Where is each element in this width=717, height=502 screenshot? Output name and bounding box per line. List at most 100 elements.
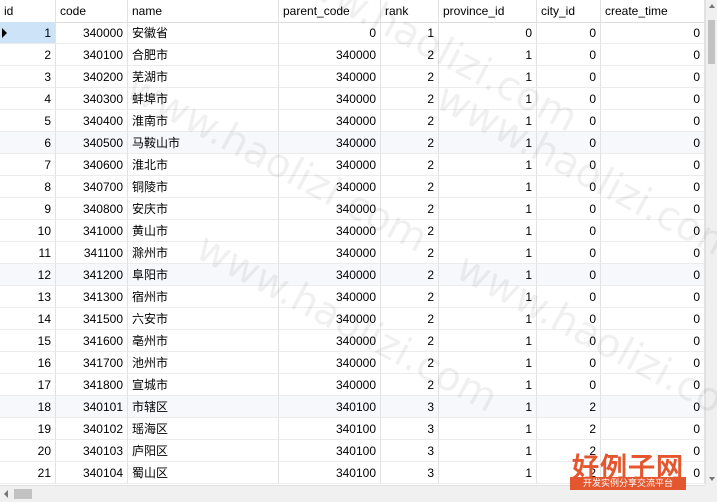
cell-rank[interactable]: 2: [381, 110, 439, 132]
table-row[interactable]: 19 340102 瑶海区 340100 3 1 2 0: [0, 418, 705, 440]
cell-id[interactable]: 10: [0, 220, 56, 242]
cell-create-time[interactable]: 0: [601, 396, 705, 418]
cell-rank[interactable]: 2: [381, 308, 439, 330]
cell-province-id[interactable]: 0: [439, 22, 537, 44]
cell-province-id[interactable]: 1: [439, 88, 537, 110]
cell-parent-code[interactable]: 340000: [279, 88, 381, 110]
cell-rank[interactable]: 2: [381, 330, 439, 352]
cell-name[interactable]: 阜阳市: [128, 264, 279, 286]
cell-rank[interactable]: 2: [381, 374, 439, 396]
cell-code[interactable]: 341200: [56, 264, 128, 286]
cell-province-id[interactable]: 1: [439, 154, 537, 176]
cell-id[interactable]: 14: [0, 308, 56, 330]
cell-rank[interactable]: 3: [381, 418, 439, 440]
cell-create-time[interactable]: 0: [601, 308, 705, 330]
table-row[interactable]: 11 341100 滁州市 340000 2 1 0 0: [0, 242, 705, 264]
cell-parent-code[interactable]: 340000: [279, 374, 381, 396]
cell-rank[interactable]: 3: [381, 440, 439, 462]
cell-id[interactable]: 2: [0, 44, 56, 66]
cell-code[interactable]: 340400: [56, 110, 128, 132]
cell-rank[interactable]: 2: [381, 220, 439, 242]
cell-rank[interactable]: 3: [381, 396, 439, 418]
cell-province-id[interactable]: 1: [439, 462, 537, 484]
cell-city-id[interactable]: 0: [537, 264, 601, 286]
vertical-scroll-thumb[interactable]: [708, 20, 715, 64]
cell-city-id[interactable]: 0: [537, 374, 601, 396]
scroll-left-arrow-icon[interactable]: [4, 490, 8, 498]
cell-name[interactable]: 安庆市: [128, 198, 279, 220]
cell-city-id[interactable]: 0: [537, 242, 601, 264]
cell-id[interactable]: 13: [0, 286, 56, 308]
cell-name[interactable]: 淮南市: [128, 110, 279, 132]
column-header-city-id[interactable]: city_id: [537, 0, 601, 22]
cell-id[interactable]: 17: [0, 374, 56, 396]
cell-name[interactable]: 黄山市: [128, 220, 279, 242]
table-row[interactable]: 9 340800 安庆市 340000 2 1 0 0: [0, 198, 705, 220]
cell-parent-code[interactable]: 340000: [279, 44, 381, 66]
cell-province-id[interactable]: 1: [439, 176, 537, 198]
cell-parent-code[interactable]: 340000: [279, 264, 381, 286]
cell-id[interactable]: 19: [0, 418, 56, 440]
cell-name[interactable]: 芜湖市: [128, 66, 279, 88]
cell-rank[interactable]: 1: [381, 22, 439, 44]
cell-province-id[interactable]: 1: [439, 308, 537, 330]
table-row[interactable]: 1 340000 安徽省 0 1 0 0 0: [0, 22, 705, 44]
cell-id[interactable]: 6: [0, 132, 56, 154]
cell-city-id[interactable]: 0: [537, 286, 601, 308]
cell-create-time[interactable]: 0: [601, 242, 705, 264]
cell-create-time[interactable]: 0: [601, 154, 705, 176]
cell-id[interactable]: 12: [0, 264, 56, 286]
cell-parent-code[interactable]: 340000: [279, 66, 381, 88]
column-header-parent-code[interactable]: parent_code: [279, 0, 381, 22]
cell-name[interactable]: 蚌埠市: [128, 88, 279, 110]
cell-code[interactable]: 341500: [56, 308, 128, 330]
column-header-create-time[interactable]: create_time: [601, 0, 705, 22]
cell-code[interactable]: 340300: [56, 88, 128, 110]
cell-province-id[interactable]: 1: [439, 352, 537, 374]
cell-city-id[interactable]: 0: [537, 220, 601, 242]
cell-create-time[interactable]: 0: [601, 88, 705, 110]
table-row[interactable]: 10 341000 黄山市 340000 2 1 0 0: [0, 220, 705, 242]
cell-id[interactable]: 4: [0, 88, 56, 110]
cell-id[interactable]: 16: [0, 352, 56, 374]
cell-parent-code[interactable]: 340000: [279, 132, 381, 154]
cell-create-time[interactable]: 0: [601, 330, 705, 352]
column-header-province-id[interactable]: province_id: [439, 0, 537, 22]
cell-province-id[interactable]: 1: [439, 44, 537, 66]
cell-id[interactable]: 1: [0, 22, 56, 44]
cell-code[interactable]: 340104: [56, 462, 128, 484]
cell-parent-code[interactable]: 340000: [279, 154, 381, 176]
cell-name[interactable]: 铜陵市: [128, 176, 279, 198]
cell-rank[interactable]: 2: [381, 44, 439, 66]
cell-parent-code[interactable]: 340000: [279, 330, 381, 352]
cell-code[interactable]: 340200: [56, 66, 128, 88]
cell-code[interactable]: 341600: [56, 330, 128, 352]
cell-name[interactable]: 合肥市: [128, 44, 279, 66]
cell-city-id[interactable]: 0: [537, 44, 601, 66]
table-row[interactable]: 17 341800 宣城市 340000 2 1 0 0: [0, 374, 705, 396]
cell-province-id[interactable]: 1: [439, 330, 537, 352]
cell-rank[interactable]: 2: [381, 242, 439, 264]
cell-name[interactable]: 池州市: [128, 352, 279, 374]
cell-create-time[interactable]: 0: [601, 176, 705, 198]
cell-parent-code[interactable]: 340000: [279, 220, 381, 242]
cell-parent-code[interactable]: 340000: [279, 176, 381, 198]
table-row[interactable]: 18 340101 市辖区 340100 3 1 2 0: [0, 396, 705, 418]
cell-create-time[interactable]: 0: [601, 374, 705, 396]
scroll-up-arrow-icon[interactable]: [709, 4, 715, 8]
cell-city-id[interactable]: 2: [537, 418, 601, 440]
cell-province-id[interactable]: 1: [439, 220, 537, 242]
cell-province-id[interactable]: 1: [439, 132, 537, 154]
cell-parent-code[interactable]: 340000: [279, 286, 381, 308]
cell-city-id[interactable]: 0: [537, 308, 601, 330]
cell-code[interactable]: 340101: [56, 396, 128, 418]
cell-parent-code[interactable]: 340100: [279, 396, 381, 418]
cell-code[interactable]: 340500: [56, 132, 128, 154]
cell-code[interactable]: 340103: [56, 440, 128, 462]
cell-create-time[interactable]: 0: [601, 110, 705, 132]
cell-code[interactable]: 341700: [56, 352, 128, 374]
cell-name[interactable]: 六安市: [128, 308, 279, 330]
cell-create-time[interactable]: 0: [601, 418, 705, 440]
cell-create-time[interactable]: 0: [601, 22, 705, 44]
cell-city-id[interactable]: 0: [537, 176, 601, 198]
